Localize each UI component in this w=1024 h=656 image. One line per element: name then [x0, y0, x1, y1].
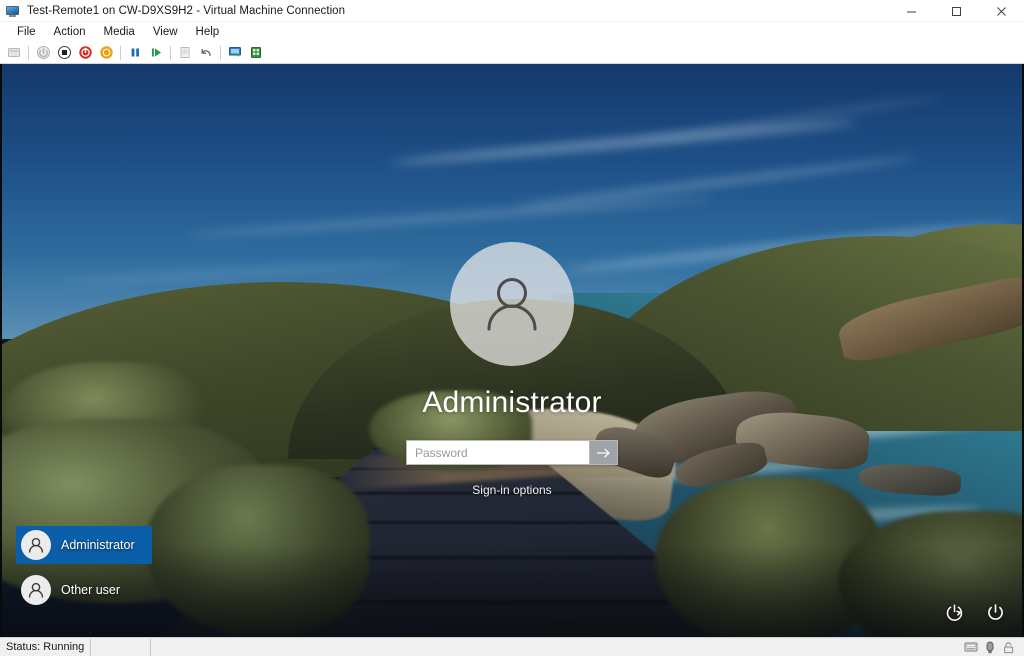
- toolbar-separator: [28, 45, 29, 60]
- user-list-item-label: Administrator: [61, 538, 135, 552]
- shut-down-icon[interactable]: [75, 43, 95, 63]
- toolbar-separator: [220, 45, 221, 60]
- password-row: [406, 440, 618, 465]
- menubar: File Action Media View Help: [0, 22, 1024, 42]
- checkpoint-icon[interactable]: [175, 43, 195, 63]
- signin-panel: Administrator Sign-in options: [2, 242, 1022, 497]
- guest-screen[interactable]: Administrator Sign-in options Administra…: [0, 64, 1024, 637]
- enhanced-session-icon[interactable]: [225, 43, 245, 63]
- revert-icon[interactable]: [196, 43, 216, 63]
- maximize-button[interactable]: [934, 0, 979, 22]
- status-icon-group: [963, 640, 1024, 654]
- user-switch-list: Administrator Other user: [16, 526, 152, 609]
- close-button[interactable]: [979, 0, 1024, 22]
- pause-icon[interactable]: [125, 43, 145, 63]
- turn-off-icon[interactable]: [54, 43, 74, 63]
- menu-file[interactable]: File: [8, 24, 45, 40]
- minimize-button[interactable]: [889, 0, 934, 22]
- reset-icon[interactable]: [146, 43, 166, 63]
- menu-action[interactable]: Action: [45, 24, 95, 40]
- power-icon[interactable]: [985, 602, 1006, 623]
- user-list-item-label: Other user: [61, 583, 121, 597]
- ease-of-access-icon[interactable]: [944, 602, 965, 623]
- virtual-machine-icon: [5, 3, 21, 19]
- toolbar: [0, 42, 1024, 64]
- submit-password-button[interactable]: [589, 441, 617, 464]
- user-avatar-icon: [21, 575, 51, 605]
- statusbar: Status: Running: [0, 637, 1024, 656]
- titlebar: Test-Remote1 on CW-D9XS9H2 - Virtual Mac…: [0, 0, 1024, 22]
- windows-lock-screen: Administrator Sign-in options Administra…: [2, 64, 1022, 637]
- start-icon[interactable]: [33, 43, 53, 63]
- lockscreen-corner-buttons: [944, 602, 1006, 623]
- toolbar-separator: [120, 45, 121, 60]
- user-avatar-icon: [21, 530, 51, 560]
- clipboard-lock-icon[interactable]: [1001, 640, 1016, 654]
- vm-status-text: Status: Running: [0, 638, 92, 656]
- ctrl-alt-delete-icon[interactable]: [4, 43, 24, 63]
- username-label: Administrator: [422, 386, 602, 419]
- window-title: Test-Remote1 on CW-D9XS9H2 - Virtual Mac…: [27, 4, 346, 17]
- menu-help[interactable]: Help: [187, 24, 229, 40]
- save-state-icon[interactable]: [96, 43, 116, 63]
- virtual-machine-connection-window: Test-Remote1 on CW-D9XS9H2 - Virtual Mac…: [0, 0, 1024, 656]
- share-icon[interactable]: [246, 43, 266, 63]
- password-input[interactable]: [407, 441, 589, 464]
- signin-options-link[interactable]: Sign-in options: [472, 483, 551, 497]
- user-list-item-administrator[interactable]: Administrator: [16, 526, 152, 564]
- user-list-item-other-user[interactable]: Other user: [16, 571, 152, 609]
- user-avatar-icon: [450, 242, 574, 366]
- screen-resolution-icon[interactable]: [963, 640, 978, 654]
- usb-device-icon[interactable]: [982, 640, 997, 654]
- window-controls: [889, 0, 1024, 22]
- toolbar-separator: [170, 45, 171, 60]
- menu-view[interactable]: View: [144, 24, 187, 40]
- status-cell-empty: [91, 638, 152, 656]
- menu-media[interactable]: Media: [95, 24, 144, 40]
